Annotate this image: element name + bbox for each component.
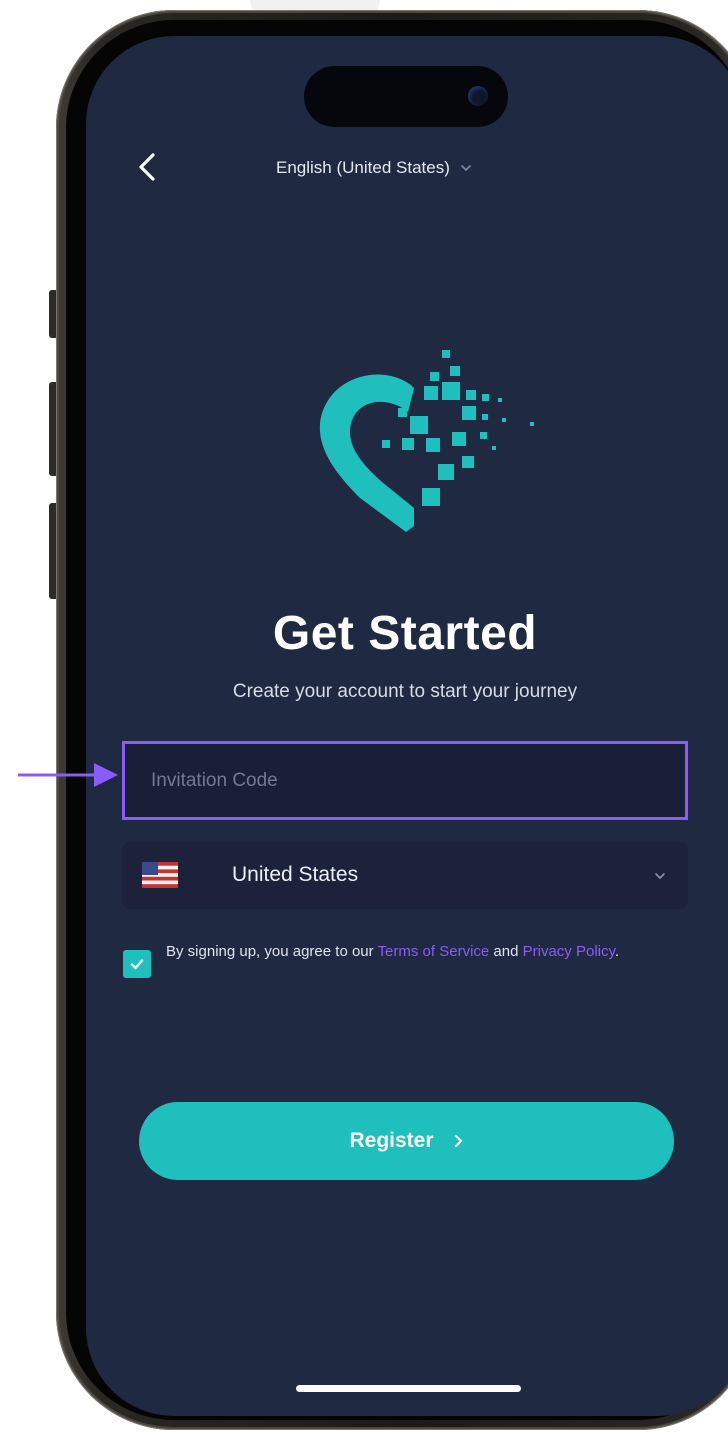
register-button[interactable]: Register — [139, 1102, 674, 1180]
pointer-arrow-icon — [18, 763, 118, 787]
terms-conjunction: and — [493, 943, 519, 960]
terms-checkbox[interactable] — [123, 950, 151, 978]
chevron-down-icon — [655, 873, 665, 880]
terms-prefix: By signing up, you agree to our — [166, 943, 374, 960]
page-title: Get Started — [272, 607, 538, 660]
language-selector[interactable]: English (United States) — [276, 153, 472, 183]
invitation-code-field[interactable] — [122, 741, 688, 820]
privacy-policy-link[interactable]: Privacy Policy — [523, 943, 615, 960]
app-screen: English (United States) Get Started Crea… — [86, 36, 728, 1416]
terms-suffix: . — [614, 943, 620, 960]
dynamic-island — [304, 66, 508, 127]
chevron-right-icon — [454, 1134, 462, 1148]
heart-pixel-logo — [319, 350, 534, 532]
camera-icon — [468, 86, 488, 106]
us-flag-icon — [142, 862, 178, 888]
terms-text: By signing up, you agree to our Terms of… — [166, 940, 666, 964]
home-indicator[interactable] — [296, 1385, 521, 1392]
chevron-left-icon — [139, 153, 155, 181]
country-label: United States — [232, 863, 359, 886]
page-subtitle: Create your account to start your journe… — [232, 681, 578, 702]
invitation-code-input[interactable] — [149, 768, 685, 793]
back-button[interactable] — [132, 150, 162, 184]
register-label: Register — [349, 1129, 434, 1152]
country-select[interactable]: United States — [122, 842, 688, 909]
chevron-down-icon — [461, 165, 471, 172]
terms-of-service-link[interactable]: Terms of Service — [378, 943, 490, 960]
checkmark-icon — [130, 959, 144, 970]
page: English (United States) Get Started Crea… — [0, 0, 728, 1435]
language-label: English (United States) — [276, 158, 450, 177]
